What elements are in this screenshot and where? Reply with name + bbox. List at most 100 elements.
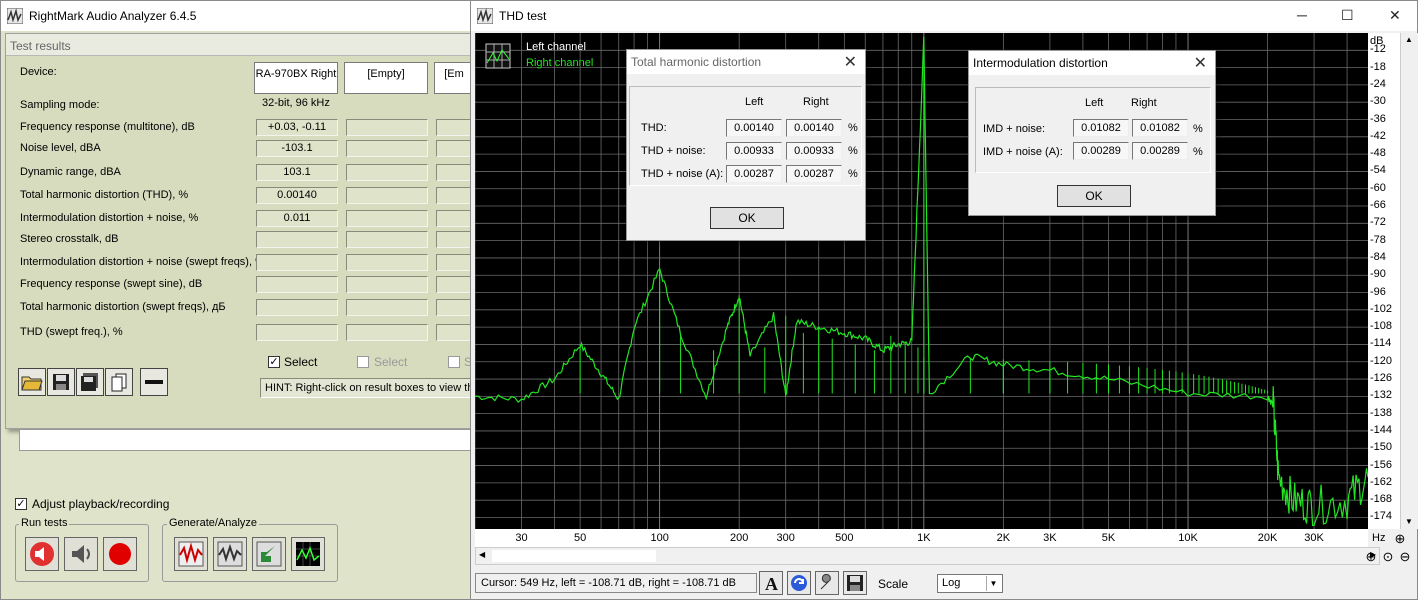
scroll-up-arrow[interactable]: ▲ [1405, 35, 1413, 44]
main-window-title: RightMark Audio Analyzer 6.4.5 [29, 9, 197, 23]
zoom-reset-icon[interactable]: ⊙ [1379, 549, 1397, 567]
zoom-in-icon[interactable]: ⊕ [1391, 531, 1409, 549]
scroll-down-arrow[interactable]: ▼ [1405, 517, 1413, 526]
text-button[interactable]: A [759, 571, 783, 595]
y-tick-label: -120 [1370, 354, 1393, 367]
test-speaker-button[interactable] [64, 537, 98, 571]
thd-dialog-title: Total harmonic distortion [631, 55, 762, 69]
scale-select[interactable]: Log ▼ [937, 574, 1003, 593]
analyze-button[interactable] [213, 537, 247, 571]
vertical-scrollbar[interactable]: ▲ ▼ [1400, 33, 1418, 529]
device-slot-2[interactable]: [Empty] [344, 62, 428, 94]
y-tick-label: -84 [1370, 250, 1386, 263]
thd-ok-button[interactable]: OK [710, 207, 784, 229]
main-titlebar[interactable]: RightMark Audio Analyzer 6.4.5 [1, 1, 473, 31]
x-tick-label: 300 [776, 532, 795, 544]
result-box[interactable]: 103.1 [256, 164, 338, 181]
result-box[interactable] [256, 324, 338, 341]
thd-titlebar[interactable]: THD test [471, 1, 1417, 31]
zoom-in-x-icon[interactable]: ⊕ [1362, 549, 1380, 567]
x-axis-scale: 30 50 100 200 300 500 1K 2K 3K 5K 10K 20K 30K [475, 529, 1368, 547]
zoom-out-icon[interactable]: ⊖ [1396, 549, 1414, 567]
result-box[interactable]: -103.1 [256, 140, 338, 157]
import-button[interactable] [252, 537, 286, 571]
thd-dialog-titlebar[interactable]: Total harmonic distortion ✕ [627, 50, 865, 74]
thd-noise-a-right-value: 0.00287 [786, 165, 842, 183]
imd-noise-left-value: 0.01082 [1073, 119, 1129, 137]
result-box[interactable] [346, 187, 428, 204]
result-box[interactable] [346, 164, 428, 181]
y-tick-label: -90 [1370, 268, 1386, 281]
thd-noise-a-left-value: 0.00287 [726, 165, 782, 183]
result-box[interactable]: +0.03, -0.11 [256, 119, 338, 136]
close-icon[interactable]: ✕ [1194, 53, 1207, 73]
result-box[interactable] [256, 254, 338, 271]
close-icon[interactable]: ✕ [844, 52, 857, 72]
spectrum-button[interactable] [291, 537, 325, 571]
result-box[interactable] [346, 276, 428, 293]
minimize-button[interactable]: ─ [1297, 7, 1307, 23]
y-tick-label: -114 [1370, 337, 1392, 350]
select-label: Select [374, 355, 408, 369]
select-checkbox-3[interactable] [448, 356, 460, 368]
result-box[interactable] [256, 299, 338, 316]
horizontal-scrollbar[interactable]: ◀ ▶ [475, 547, 1380, 565]
y-tick-label: -132 [1370, 389, 1393, 402]
result-box[interactable] [256, 276, 338, 293]
waveform-icon [217, 541, 243, 567]
wrench-icon [820, 574, 831, 590]
thd-noise-label: THD + noise: [641, 145, 706, 157]
y-tick-label: -66 [1370, 199, 1386, 212]
thd-right-value: 0.00140 [786, 119, 842, 137]
y-tick-label: -42 [1370, 129, 1386, 142]
test-playback-button[interactable] [25, 537, 59, 571]
x-tick-label: 3K [1043, 532, 1057, 544]
result-box[interactable]: 0.011 [256, 210, 338, 227]
maximize-button[interactable]: ☐ [1341, 7, 1354, 24]
select-checkbox-2[interactable] [357, 356, 369, 368]
thd-label: THD: [641, 122, 667, 134]
device-slot-1[interactable]: RA-970BX Right [254, 62, 338, 94]
y-tick-label: -60 [1370, 181, 1386, 194]
spectrum-plot[interactable]: Left channel Right channel [475, 33, 1368, 529]
x-tick-label: 30K [1304, 532, 1324, 544]
copy-button[interactable] [105, 368, 133, 396]
imd-noise-a-right-value: 0.00289 [1132, 142, 1188, 160]
hint-text: HINT: Right-click on result boxes to vie… [260, 378, 480, 398]
save-button[interactable] [47, 368, 75, 396]
result-box[interactable]: 0.00140 [256, 187, 338, 204]
result-box[interactable] [346, 324, 428, 341]
result-box[interactable] [346, 299, 428, 316]
floppy-icon [847, 575, 863, 591]
scroll-thumb[interactable] [492, 550, 656, 562]
unit-label: % [848, 145, 858, 157]
refresh-button[interactable] [787, 571, 811, 595]
result-box[interactable] [346, 231, 428, 248]
result-box[interactable] [346, 119, 428, 136]
spectrum-grid-icon[interactable] [485, 43, 511, 69]
save-graph-button[interactable] [843, 571, 867, 595]
imd-dialog-titlebar[interactable]: Intermodulation distortion ✕ [969, 51, 1215, 75]
generate-button[interactable] [174, 537, 208, 571]
result-box[interactable] [346, 140, 428, 157]
recycle-icon [791, 575, 807, 591]
scroll-left-arrow[interactable]: ◀ [479, 550, 485, 559]
row-label: Intermodulation distortion + noise (swep… [20, 256, 265, 268]
result-box[interactable] [346, 254, 428, 271]
result-box[interactable] [346, 210, 428, 227]
result-box[interactable] [256, 231, 338, 248]
legend-right-channel: Right channel [526, 57, 594, 69]
y-tick-label: -168 [1370, 493, 1393, 506]
close-button[interactable]: ✕ [1389, 7, 1401, 24]
clear-button[interactable] [140, 368, 168, 396]
save-as-button[interactable] [76, 368, 104, 396]
record-button[interactable] [103, 537, 137, 571]
imd-ok-button[interactable]: OK [1057, 185, 1131, 207]
select-checkbox-1[interactable]: ✓ [268, 356, 280, 368]
y-tick-label: -150 [1370, 441, 1393, 454]
open-button[interactable] [18, 368, 46, 396]
sampling-mode-value: 32-bit, 96 kHz [262, 97, 330, 109]
device-slot-3[interactable]: [Em [434, 62, 474, 94]
adjust-checkbox[interactable]: ✓ [15, 498, 27, 510]
settings-button[interactable] [815, 571, 839, 595]
